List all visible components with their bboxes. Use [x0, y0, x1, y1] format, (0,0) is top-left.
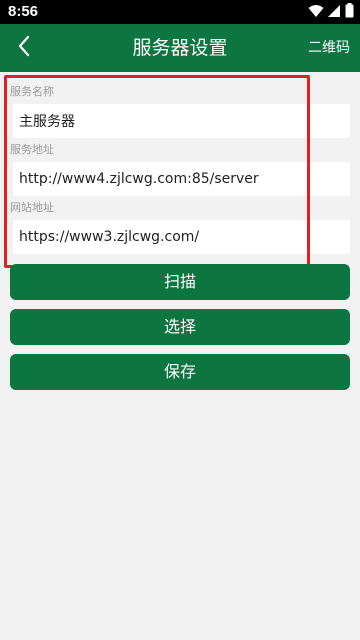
wifi-icon — [308, 3, 324, 22]
field-service-name: 服务名称 — [10, 84, 350, 142]
chevron-left-icon — [17, 35, 31, 61]
qr-code-button[interactable]: 二维码 — [308, 24, 350, 72]
page-title: 服务器设置 — [132, 37, 228, 59]
app-bar: 服务器设置 二维码 — [0, 24, 360, 72]
website-address-label: 网站地址 — [10, 201, 54, 214]
save-button[interactable]: 保存 — [10, 354, 350, 390]
screen: 8:56 服务器设置 二维码 服务名称 主服务器 服务地址 http://www… — [0, 0, 360, 640]
signal-icon — [328, 3, 341, 22]
service-address-input[interactable] — [13, 162, 350, 196]
service-name-label: 服务名称 — [10, 85, 54, 98]
service-name-input[interactable] — [13, 104, 350, 138]
scan-button[interactable]: 扫描 — [10, 264, 350, 300]
service-address-label: 服务地址 — [10, 143, 54, 156]
back-button[interactable] — [0, 24, 48, 72]
server-settings-form: 服务名称 服务地址 网站地址 — [10, 84, 350, 258]
status-icons — [308, 2, 354, 22]
website-address-input[interactable] — [13, 220, 350, 254]
select-button[interactable]: 选择 — [10, 309, 350, 345]
status-bar: 8:56 — [0, 0, 360, 24]
battery-icon — [345, 2, 354, 22]
field-service-address: 服务地址 — [10, 142, 350, 200]
field-website-address: 网站地址 — [10, 200, 350, 258]
status-time: 8:56 — [8, 3, 39, 20]
